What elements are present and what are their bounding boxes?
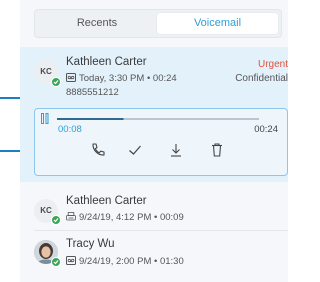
playback-duration: 00:24 xyxy=(254,124,278,135)
contact-name[interactable]: Tracy Wu xyxy=(66,238,115,250)
playback-current-time: 00:08 xyxy=(58,124,82,135)
voicemail-meta: Today, 3:30 PM • 00:24 xyxy=(66,73,177,85)
presence-online-icon xyxy=(51,257,61,267)
delete-trash-icon[interactable] xyxy=(209,142,227,160)
call-back-icon[interactable] xyxy=(90,142,108,160)
tab-bar: Recents Voicemail xyxy=(34,9,282,38)
tab-voicemail[interactable]: Voicemail xyxy=(157,13,278,34)
voicemail-icon xyxy=(66,256,76,268)
voicemail-icon xyxy=(66,73,76,85)
caller-number: 8885551212 xyxy=(66,87,119,98)
voicemail-meta-text: 9/24/19, 4:12 PM • 00:09 xyxy=(79,212,184,223)
presence-online-icon xyxy=(51,77,61,87)
mark-read-check-icon[interactable] xyxy=(127,142,145,160)
pause-icon[interactable] xyxy=(40,113,50,127)
urgent-tag: Urgent xyxy=(257,59,288,70)
tab-recents[interactable]: Recents xyxy=(38,13,156,34)
voicemail-meta: 9/24/19, 4:12 PM • 00:09 xyxy=(66,212,184,224)
voicemail-meta-text: Today, 3:30 PM • 00:24 xyxy=(79,73,177,84)
playback-progress-track[interactable] xyxy=(57,118,259,120)
contact-name: Kathleen Carter xyxy=(66,56,147,68)
voicemail-meta: 9/24/19, 2:00 PM • 01:30 xyxy=(66,256,184,268)
contact-name[interactable]: Kathleen Carter xyxy=(66,195,147,207)
voicemail-panel: Recents Voicemail KC Kathleen Carter Tod… xyxy=(20,0,288,282)
voicemail-player: 00:08 00:24 xyxy=(34,108,288,176)
confidential-tag: Confidential xyxy=(235,73,288,84)
fax-icon xyxy=(66,212,76,224)
voicemail-meta-text: 9/24/19, 2:00 PM • 01:30 xyxy=(79,256,184,267)
presence-online-icon xyxy=(51,215,61,225)
download-icon[interactable] xyxy=(168,142,186,160)
divider xyxy=(34,230,288,231)
